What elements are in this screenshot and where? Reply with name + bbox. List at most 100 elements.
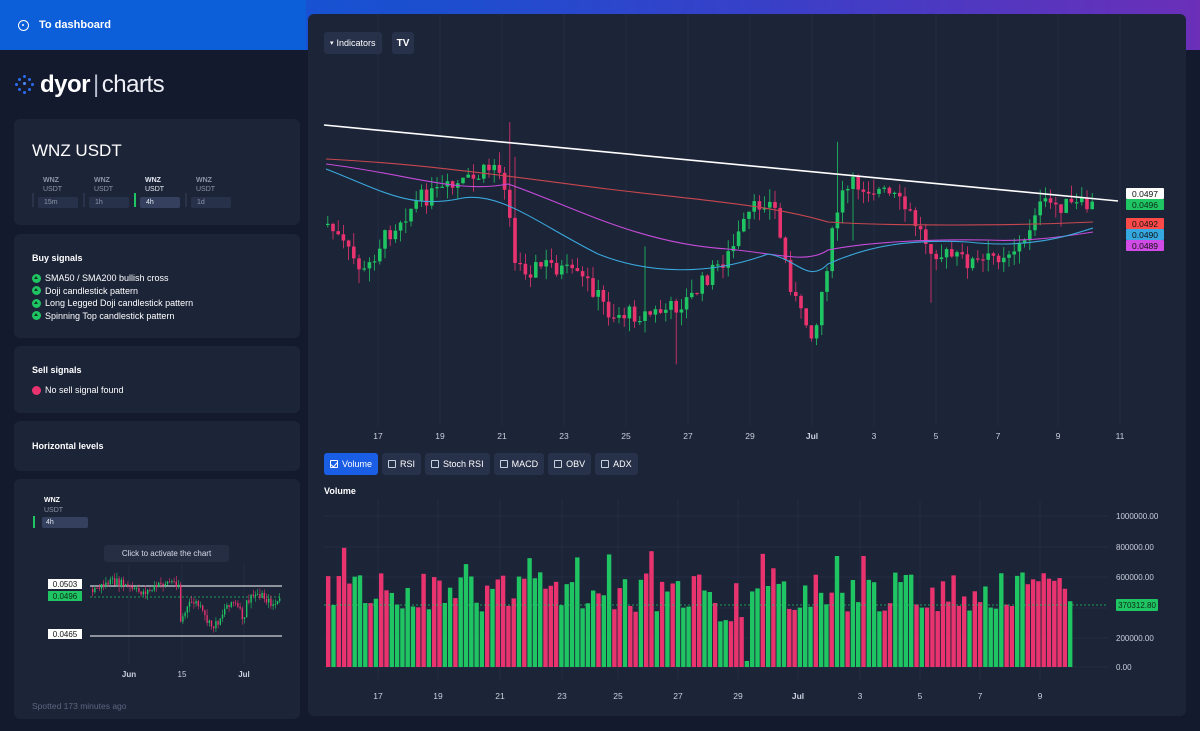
horizontal-levels-card[interactable]: Horizontal levels bbox=[14, 421, 300, 471]
sell-signals-title: Sell signals bbox=[32, 365, 82, 375]
volume-bar bbox=[723, 620, 728, 667]
y-axis-label: 0.00 bbox=[1116, 663, 1132, 672]
volume-bar bbox=[326, 576, 331, 667]
indicator-tab-obv[interactable]: OBV bbox=[548, 453, 592, 475]
candle bbox=[1085, 197, 1089, 210]
mini-candle bbox=[100, 584, 103, 589]
volume-bar bbox=[930, 587, 935, 667]
volume-bar bbox=[882, 610, 887, 667]
candle bbox=[736, 231, 741, 247]
volume-bar bbox=[522, 578, 527, 667]
candle bbox=[976, 258, 980, 260]
candle bbox=[1048, 198, 1053, 203]
x-axis-label: 5 bbox=[934, 431, 939, 441]
candle bbox=[539, 262, 543, 267]
candle bbox=[586, 276, 590, 279]
mini-candle bbox=[221, 614, 224, 619]
x-axis-label: 21 bbox=[495, 691, 505, 701]
mini-candle bbox=[105, 582, 107, 587]
indicator-tab-stoch-rsi[interactable]: Stoch RSI bbox=[425, 453, 490, 475]
price-label: 0.0489 bbox=[1126, 240, 1164, 251]
volume-bar bbox=[1030, 579, 1036, 667]
volume-bar bbox=[946, 601, 951, 667]
volume-bar bbox=[1041, 573, 1046, 667]
volume-bar bbox=[341, 547, 347, 667]
candle bbox=[372, 261, 377, 263]
candle bbox=[658, 309, 663, 313]
volume-bar bbox=[357, 575, 363, 667]
timeframe-1d[interactable]: WNZ USDT 1d bbox=[185, 177, 235, 209]
volume-bar bbox=[485, 585, 490, 667]
candle bbox=[773, 201, 777, 208]
volume-bar bbox=[564, 584, 569, 667]
mini-chart[interactable]: 0.0503 0.0496 0.0465 Jun 15 Jul bbox=[14, 479, 300, 689]
volume-bar bbox=[543, 588, 548, 667]
indicator-tab-rsi[interactable]: RSI bbox=[382, 453, 422, 475]
mini-candle bbox=[125, 584, 127, 586]
x-axis-label: 19 bbox=[433, 691, 443, 701]
mini-candle bbox=[268, 598, 270, 603]
candle bbox=[814, 325, 819, 339]
indicator-tab-macd[interactable]: MACD bbox=[493, 453, 545, 475]
volume-bar bbox=[803, 585, 808, 667]
mini-price-label: 0.0503 bbox=[53, 580, 78, 589]
volume-bar bbox=[909, 574, 914, 667]
svg-text:0.0497: 0.0497 bbox=[1132, 189, 1158, 199]
x-axis-label: 27 bbox=[673, 691, 683, 701]
buy-signal-item: Doji candlestick pattern bbox=[32, 285, 193, 298]
to-dashboard-link[interactable]: To dashboard bbox=[0, 0, 306, 50]
mini-x-axis-label: Jul bbox=[238, 670, 250, 679]
mini-candle bbox=[133, 588, 136, 589]
candle bbox=[378, 248, 382, 262]
indicator-tab-volume[interactable]: Volume bbox=[324, 453, 379, 475]
x-axis-label: 7 bbox=[978, 691, 983, 701]
dashboard-icon bbox=[18, 19, 29, 31]
volume-bar bbox=[1015, 575, 1020, 667]
buy-signals-card: Buy signals SMA50 / SMA200 bullish cross… bbox=[14, 234, 300, 338]
volume-bar bbox=[336, 576, 341, 667]
last-volume-label: 370312.80 bbox=[1118, 601, 1156, 610]
volume-bar bbox=[903, 574, 909, 667]
mini-candle bbox=[147, 589, 149, 595]
candle bbox=[393, 230, 398, 240]
mini-candle bbox=[246, 600, 248, 618]
logo[interactable]: dyor | charts bbox=[14, 70, 165, 100]
volume-bar bbox=[988, 607, 993, 667]
candle bbox=[934, 253, 938, 260]
timeframe-15m[interactable]: WNZ USDT 15m bbox=[32, 177, 82, 209]
mini-candle bbox=[129, 586, 131, 587]
volume-chart[interactable]: 1000000.00800000.00600000.00400000.00200… bbox=[308, 500, 1186, 710]
timeframe-1h[interactable]: WNZ USDT 1h bbox=[83, 177, 133, 209]
volume-bar bbox=[469, 576, 474, 667]
mini-candle bbox=[193, 602, 195, 604]
mini-candle bbox=[208, 620, 210, 623]
candle bbox=[690, 292, 694, 298]
mini-chart-card[interactable]: WNZ USDT 4h 0.0503 0.0496 0.0465 Jun 15 Jul C… bbox=[14, 479, 300, 719]
mini-candle bbox=[232, 602, 235, 604]
candle bbox=[1059, 204, 1063, 213]
bullish-icon bbox=[32, 311, 41, 321]
volume-bar bbox=[877, 611, 882, 667]
candle bbox=[1038, 201, 1042, 216]
candle bbox=[820, 291, 824, 326]
volume-bar bbox=[1036, 581, 1041, 667]
volume-bar bbox=[728, 621, 734, 667]
mini-candle bbox=[109, 579, 111, 585]
volume-bar bbox=[856, 602, 861, 667]
volume-bar bbox=[405, 587, 410, 667]
candle bbox=[757, 201, 762, 210]
timeframe-4h[interactable]: WNZ USDT 4h bbox=[134, 177, 184, 209]
mini-candle bbox=[131, 586, 133, 589]
candle bbox=[1080, 197, 1084, 203]
price-chart[interactable]: 0.04970.0496 0.04920.04900.0489 17 19 21 23 25… bbox=[308, 14, 1186, 449]
mini-candle bbox=[215, 621, 217, 629]
candle bbox=[528, 274, 533, 278]
candle bbox=[903, 196, 907, 210]
bullish-icon bbox=[32, 298, 41, 308]
mini-candle bbox=[235, 602, 237, 604]
indicator-tab-adx[interactable]: ADX bbox=[595, 453, 638, 475]
candle bbox=[778, 207, 782, 238]
volume-bar bbox=[1068, 601, 1073, 667]
mini-candle bbox=[153, 585, 155, 591]
mini-candle bbox=[219, 618, 221, 625]
